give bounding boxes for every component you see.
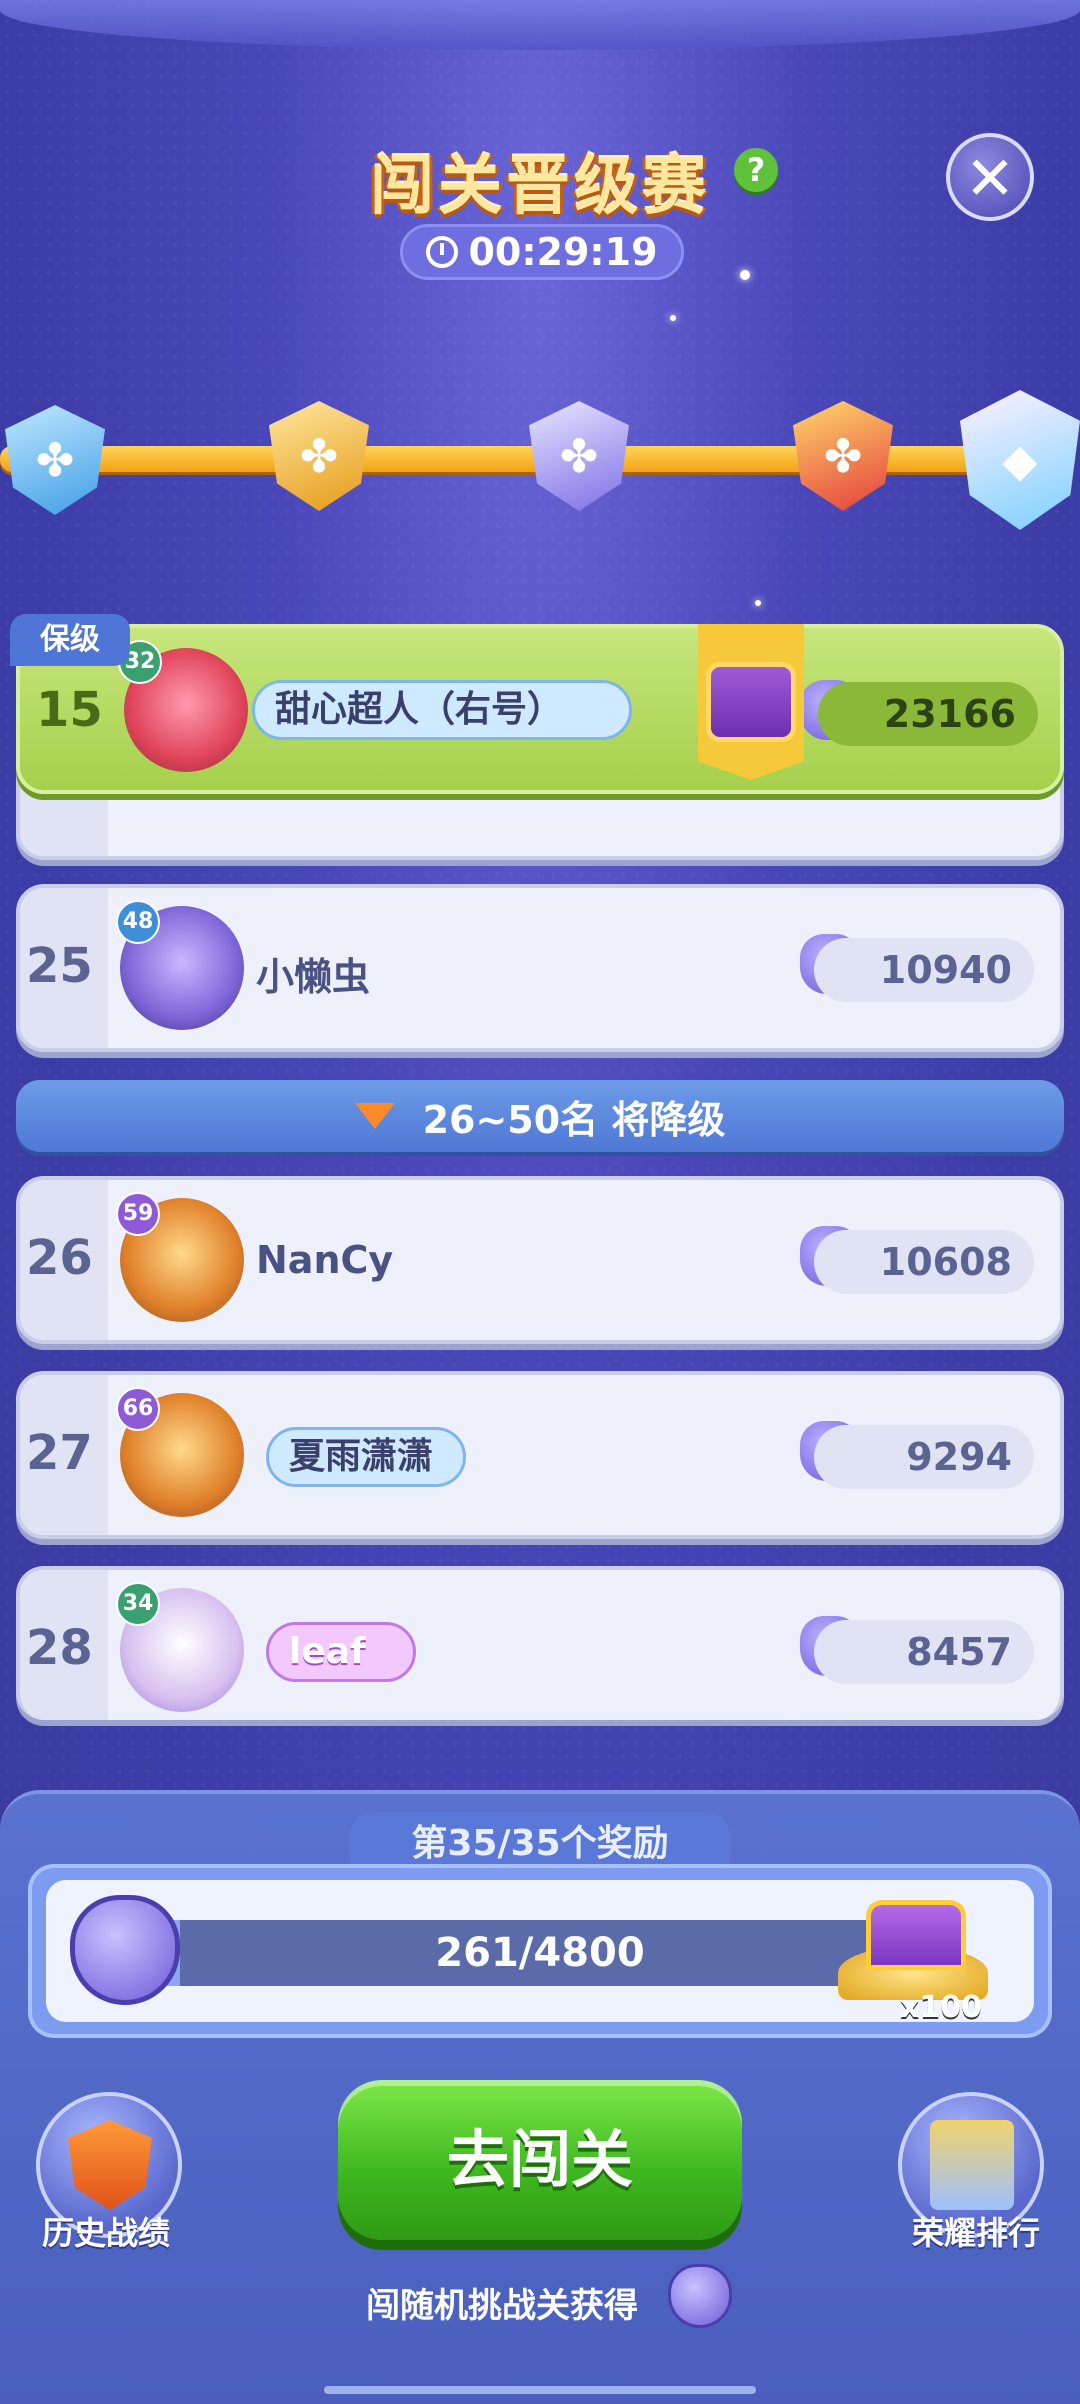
rank-number: 25 [26, 938, 93, 994]
prize-count: x100 [900, 1990, 982, 2025]
sparkle [670, 315, 676, 321]
score-value: 8457 [814, 1620, 1034, 1684]
trophy-icon [68, 2120, 152, 2210]
timer-text: 00:29:19 [468, 230, 658, 274]
demotion-text: 26~50名 将降级 [422, 1097, 726, 1142]
table-row[interactable]: 28 34 leaf 8457 [16, 1566, 1064, 1720]
rank-number: 27 [26, 1425, 93, 1481]
sparkle [755, 600, 761, 606]
chest-lid [866, 1900, 966, 1970]
treasure-chest-icon[interactable] [838, 1900, 988, 2000]
reward-progress-text: 261/4800 [435, 1930, 645, 1976]
go-challenge-button[interactable]: 去闯关 [338, 2080, 742, 2240]
help-icon[interactable]: ? [734, 148, 778, 192]
tier-badge-purple[interactable]: ✤ [514, 396, 644, 516]
clover-icon: ✤ [269, 401, 369, 511]
player-name: leaf [266, 1622, 416, 1682]
tier-badge-gold[interactable]: ✤ [254, 396, 384, 516]
arrow-down-icon [354, 1103, 395, 1129]
protect-tag: 保级 [10, 614, 130, 666]
score-value: 23166 [818, 682, 1038, 746]
gem-bag-icon [668, 2264, 732, 2328]
level-badge: 59 [116, 1192, 160, 1236]
level-badge: 48 [116, 900, 160, 944]
score-value: 10608 [814, 1230, 1034, 1294]
table-row[interactable]: 25 48 小懒虫 10940 [16, 884, 1064, 1052]
player-name: 夏雨潇潇 [266, 1427, 466, 1487]
countdown-timer: 00:29:19 [400, 224, 684, 280]
page-title: 闯关晋级赛 [370, 150, 710, 224]
podium-icon [930, 2120, 1014, 2210]
rank-number: 15 [36, 682, 103, 738]
clover-icon: ✤ [793, 401, 893, 511]
table-row[interactable]: 26 59 NanCy 10608 [16, 1176, 1064, 1344]
ranking-label[interactable]: 荣耀排行 [912, 2208, 1040, 2254]
table-row[interactable]: 27 66 夏雨潇潇 9294 [16, 1371, 1064, 1539]
home-indicator[interactable] [324, 2386, 756, 2394]
tier-badge-diamond[interactable]: ◆ [960, 380, 1080, 540]
player-name: 甜心超人（右号） [252, 680, 632, 740]
score-value: 10940 [814, 938, 1034, 1002]
close-button[interactable]: ✕ [946, 133, 1034, 221]
tier-badge-red[interactable]: ✤ [778, 396, 908, 516]
hint-text: 闯随机挑战关获得 [366, 2286, 638, 2326]
level-badge: 34 [116, 1582, 160, 1626]
demotion-banner: 26~50名 将降级 [16, 1080, 1064, 1152]
clover-icon: ✤ [529, 401, 629, 511]
current-player-row[interactable]: 15 32 甜心超人（右号） 23166 [16, 624, 1064, 794]
sparkle [740, 270, 750, 280]
diamond-icon: ◆ [960, 390, 1080, 530]
treasure-chest-icon[interactable] [698, 624, 804, 780]
chest-box [706, 662, 796, 742]
rank-number: 28 [26, 1620, 93, 1676]
level-badge: 66 [116, 1387, 160, 1431]
rank-number: 26 [26, 1230, 93, 1286]
player-name: 小懒虫 [256, 955, 371, 999]
clover-icon: ✤ [5, 405, 105, 515]
score-value: 9294 [814, 1425, 1034, 1489]
tier-badge-blue[interactable]: ✤ [0, 400, 120, 520]
clock-icon [426, 236, 459, 268]
player-name: NanCy [256, 1238, 394, 1282]
gem-bag-icon [70, 1895, 180, 2005]
history-label[interactable]: 历史战绩 [42, 2208, 170, 2254]
